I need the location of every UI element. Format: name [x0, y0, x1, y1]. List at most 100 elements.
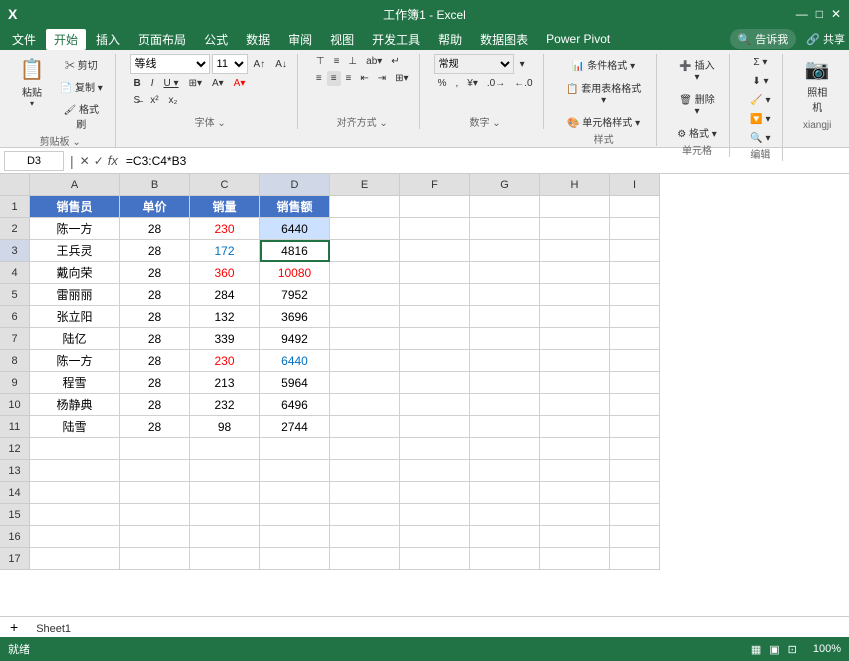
list-item[interactable] — [260, 438, 330, 460]
align-top-btn[interactable]: ⊤ — [312, 54, 329, 69]
menu-power-pivot[interactable]: Power Pivot — [538, 30, 618, 48]
list-item[interactable]: 28 — [120, 350, 190, 372]
insert-btn[interactable]: ➕ 插入 ▾ — [671, 54, 724, 86]
list-item[interactable] — [470, 196, 540, 218]
list-item[interactable]: 339 — [190, 328, 260, 350]
list-item[interactable] — [610, 218, 660, 240]
maximize-btn[interactable]: □ — [816, 7, 823, 21]
list-item[interactable]: 132 — [190, 306, 260, 328]
list-item[interactable]: 张立阳 — [30, 306, 120, 328]
increase-font-btn[interactable]: A↑ — [250, 57, 270, 72]
list-item[interactable]: 230 — [190, 218, 260, 240]
col-header-I[interactable]: I — [610, 174, 660, 196]
row-header-4[interactable]: 4 — [0, 262, 30, 284]
col-header-D[interactable]: D — [260, 174, 330, 196]
row-header-6[interactable]: 6 — [0, 306, 30, 328]
list-item[interactable] — [540, 460, 610, 482]
cut-btn[interactable]: ✂ 剪切 — [54, 54, 109, 75]
list-item[interactable]: 单价 — [120, 196, 190, 218]
row-header-10[interactable]: 10 — [0, 394, 30, 416]
list-item[interactable] — [400, 482, 470, 504]
list-item[interactable]: 6440 — [260, 218, 330, 240]
list-item[interactable]: 陈一方 — [30, 218, 120, 240]
row-header-13[interactable]: 13 — [0, 460, 30, 482]
list-item[interactable]: 28 — [120, 262, 190, 284]
list-item[interactable] — [540, 548, 610, 570]
underline-btn[interactable]: U ▾ — [160, 76, 183, 91]
menu-data[interactable]: 数据 — [238, 29, 278, 50]
list-item[interactable] — [470, 306, 540, 328]
list-item[interactable] — [400, 416, 470, 438]
col-header-A[interactable]: A — [30, 174, 120, 196]
list-item[interactable] — [470, 416, 540, 438]
wrap-text-btn[interactable]: ↵ — [387, 54, 403, 69]
superscript-btn[interactable]: x² — [146, 93, 162, 108]
list-item[interactable] — [330, 262, 400, 284]
list-item[interactable] — [190, 548, 260, 570]
align-center-btn[interactable]: ≡ — [327, 71, 341, 86]
view-layout-btn[interactable]: ▣ — [769, 643, 779, 656]
list-item[interactable]: 28 — [120, 372, 190, 394]
list-item[interactable] — [610, 306, 660, 328]
cell-reference-box[interactable]: D3 — [4, 151, 64, 171]
list-item[interactable] — [330, 196, 400, 218]
list-item[interactable] — [470, 504, 540, 526]
list-item[interactable] — [540, 504, 610, 526]
paste-btn[interactable]: 📋 粘贴 ▾ — [12, 54, 52, 111]
list-item[interactable] — [120, 438, 190, 460]
list-item[interactable] — [610, 284, 660, 306]
list-item[interactable]: 230 — [190, 350, 260, 372]
row-header-5[interactable]: 5 — [0, 284, 30, 306]
list-item[interactable]: 陆亿 — [30, 328, 120, 350]
col-header-H[interactable]: H — [540, 174, 610, 196]
list-item[interactable] — [470, 460, 540, 482]
menu-review[interactable]: 审阅 — [280, 29, 320, 50]
list-item[interactable]: 6496 — [260, 394, 330, 416]
list-item[interactable]: 9492 — [260, 328, 330, 350]
list-item[interactable] — [330, 350, 400, 372]
list-item[interactable] — [30, 548, 120, 570]
list-item[interactable] — [400, 394, 470, 416]
formula-input[interactable] — [122, 154, 845, 168]
list-item[interactable] — [190, 504, 260, 526]
confirm-icon[interactable]: ✓ — [94, 154, 104, 168]
bold-btn[interactable]: B — [130, 76, 145, 91]
list-item[interactable] — [120, 548, 190, 570]
fill-btn[interactable]: ⬇ ▾ — [744, 73, 776, 90]
list-item[interactable] — [470, 218, 540, 240]
list-item[interactable] — [330, 548, 400, 570]
row-header-17[interactable]: 17 — [0, 548, 30, 570]
list-item[interactable] — [260, 504, 330, 526]
list-item[interactable] — [540, 196, 610, 218]
list-item[interactable]: 98 — [190, 416, 260, 438]
number-format-select[interactable]: 常规 — [434, 54, 514, 74]
list-item[interactable]: 陈一方 — [30, 350, 120, 372]
list-item[interactable] — [610, 504, 660, 526]
currency-btn[interactable]: ¥▾ — [463, 76, 482, 91]
list-item[interactable]: 6440 — [260, 350, 330, 372]
list-item[interactable] — [330, 504, 400, 526]
minimize-btn[interactable]: — — [796, 7, 808, 21]
list-item[interactable] — [120, 504, 190, 526]
list-item[interactable]: 王兵灵 — [30, 240, 120, 262]
list-item[interactable] — [470, 548, 540, 570]
list-item[interactable] — [610, 526, 660, 548]
view-normal-btn[interactable]: ▦ — [751, 643, 761, 656]
sheet-tab-1[interactable]: Sheet1 — [24, 621, 83, 637]
list-item[interactable] — [540, 262, 610, 284]
list-item[interactable]: 2744 — [260, 416, 330, 438]
find-select-btn[interactable]: 🔍 ▾ — [744, 130, 776, 147]
list-item[interactable] — [610, 438, 660, 460]
sum-btn[interactable]: Σ ▾ — [744, 54, 776, 71]
list-item[interactable] — [260, 526, 330, 548]
conditional-format-btn[interactable]: 📊 条件格式 ▾ — [558, 54, 650, 75]
list-item[interactable] — [540, 284, 610, 306]
row-header-14[interactable]: 14 — [0, 482, 30, 504]
list-item[interactable] — [610, 196, 660, 218]
comma-btn[interactable]: , — [451, 76, 462, 91]
orientation-btn[interactable]: ab▾ — [362, 54, 386, 69]
delete-btn[interactable]: 🗑 删除 ▾ — [671, 88, 724, 120]
list-item[interactable]: 4816 — [260, 240, 330, 262]
row-header-3[interactable]: 3 — [0, 240, 30, 262]
list-item[interactable] — [330, 328, 400, 350]
